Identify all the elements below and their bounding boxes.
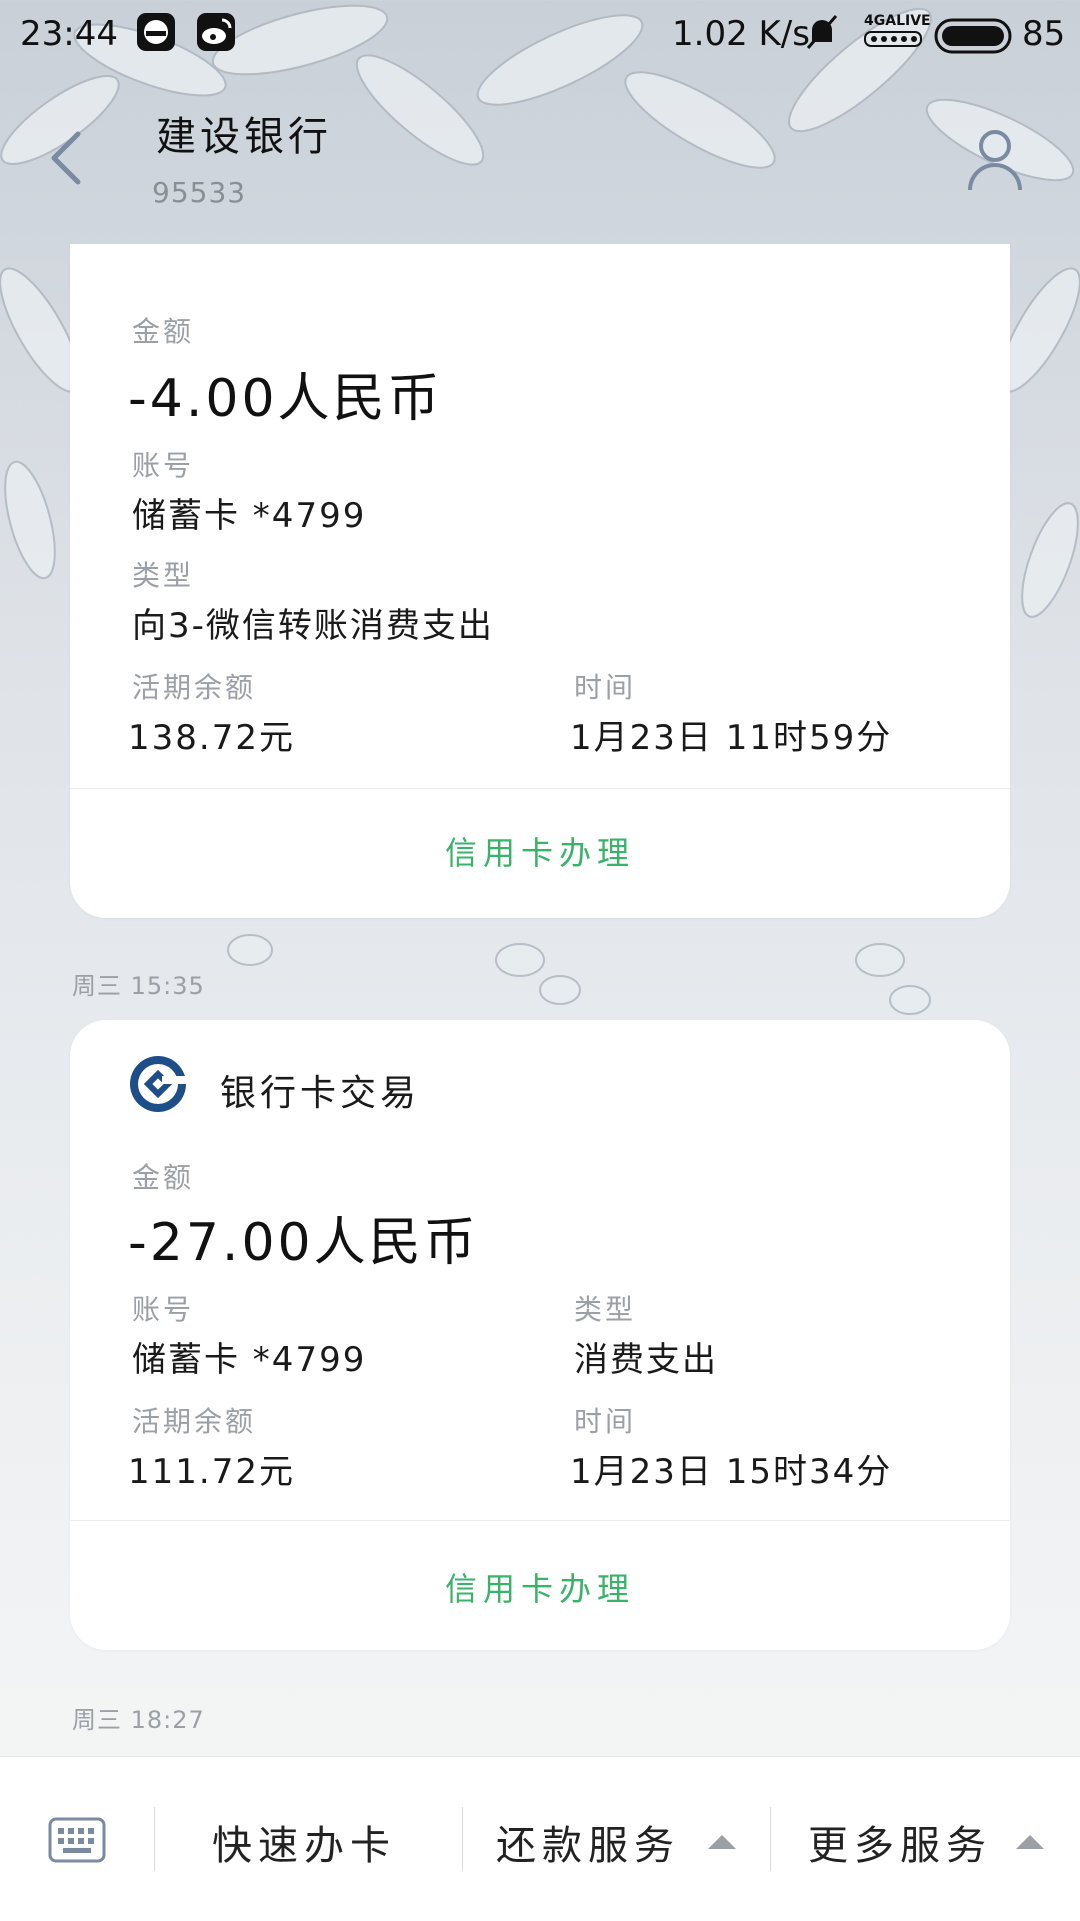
account-value: 储蓄卡 *4799 bbox=[132, 496, 367, 536]
menu-separator bbox=[462, 1807, 463, 1871]
account-label: 账号 bbox=[132, 449, 195, 482]
card-divider bbox=[70, 1520, 1010, 1521]
menu-repayment[interactable]: 还款服务 bbox=[496, 1813, 680, 1871]
credit-card-apply-link[interactable]: 信用卡办理 bbox=[70, 828, 1010, 874]
menu-quick-card[interactable]: 快速办卡 bbox=[212, 1813, 396, 1871]
balance-label: 活期余额 bbox=[132, 1405, 257, 1438]
mute-icon bbox=[806, 15, 838, 49]
message-timestamp: 周三 15:35 bbox=[72, 972, 205, 1000]
time-label: 时间 bbox=[574, 671, 637, 704]
card-title: 银行卡交易 bbox=[220, 1073, 421, 1114]
network-speed: 1.02 K/s bbox=[672, 14, 810, 54]
keyboard-icon[interactable] bbox=[48, 1817, 106, 1863]
battery-icon bbox=[934, 18, 1012, 54]
expand-up-icon bbox=[708, 1835, 736, 1849]
bottom-menu-bar: 快速办卡 还款服务 更多服务 bbox=[0, 1756, 1080, 1921]
contact-profile-icon[interactable] bbox=[966, 124, 1024, 194]
contact-name: 建设银行 bbox=[156, 114, 332, 160]
account-label: 账号 bbox=[132, 1293, 195, 1326]
weibo-icon bbox=[197, 13, 235, 51]
status-time: 23:44 bbox=[20, 14, 118, 54]
account-value: 储蓄卡 *4799 bbox=[132, 1340, 367, 1380]
network-type: 4GALIVE bbox=[864, 13, 931, 29]
message-card: 银行卡交易 金额 -27.00人民币 账号 储蓄卡 *4799 类型 消费支出 … bbox=[70, 1020, 1010, 1650]
message-card: 金额 -4.00人民币 账号 储蓄卡 *4799 类型 向3-微信转账消费支出 … bbox=[70, 244, 1010, 918]
battery-level: 85 bbox=[1022, 14, 1066, 54]
credit-card-apply-link[interactable]: 信用卡办理 bbox=[70, 1564, 1010, 1610]
time-value: 1月23日 11时59分 bbox=[570, 718, 893, 758]
back-arrow-icon[interactable] bbox=[46, 128, 86, 188]
menu-separator bbox=[154, 1807, 155, 1871]
app-notification-icon bbox=[137, 13, 175, 51]
type-value: 消费支出 bbox=[574, 1340, 718, 1380]
balance-label: 活期余额 bbox=[132, 671, 257, 704]
time-value: 1月23日 15时34分 bbox=[570, 1452, 893, 1492]
type-value: 向3-微信转账消费支出 bbox=[132, 606, 494, 646]
type-label: 类型 bbox=[132, 559, 195, 592]
menu-separator bbox=[770, 1807, 771, 1871]
ccb-logo-icon bbox=[130, 1056, 188, 1112]
conversation-header: 建设银行 95533 bbox=[0, 72, 1080, 242]
status-bar: 23:44 1.02 K/s 4GALIVE 85 bbox=[0, 0, 1080, 72]
message-timestamp: 周三 18:27 bbox=[72, 1706, 205, 1734]
card-divider bbox=[70, 788, 1010, 789]
balance-value: 138.72元 bbox=[128, 718, 295, 758]
menu-more-services[interactable]: 更多服务 bbox=[808, 1813, 992, 1871]
type-label: 类型 bbox=[574, 1293, 637, 1326]
amount-value: -27.00人民币 bbox=[128, 1213, 479, 1273]
expand-up-icon bbox=[1016, 1835, 1044, 1849]
time-label: 时间 bbox=[574, 1405, 637, 1438]
amount-label: 金额 bbox=[132, 1161, 195, 1194]
balance-value: 111.72元 bbox=[128, 1452, 295, 1492]
contact-number: 95533 bbox=[152, 176, 247, 209]
amount-label: 金额 bbox=[132, 315, 195, 348]
amount-value: -4.00人民币 bbox=[128, 369, 443, 429]
signal-icon bbox=[864, 31, 922, 47]
